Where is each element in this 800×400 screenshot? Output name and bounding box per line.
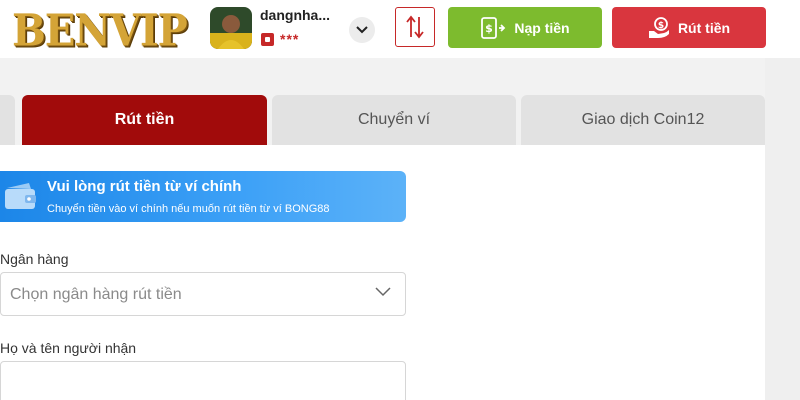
right-gutter: [765, 58, 800, 400]
notice-subtitle: Chuyển tiền vào ví chính nếu muốn rút ti…: [47, 203, 330, 215]
svg-text:$: $: [658, 21, 664, 31]
tab-withdraw[interactable]: Rút tiền: [22, 95, 267, 145]
deposit-icon: $: [481, 16, 506, 39]
brand-logo[interactable]: BENVIP: [12, 4, 188, 56]
user-avatar[interactable]: [210, 7, 252, 49]
transfer-arrows-icon: [406, 15, 424, 39]
tab-label: Chuyển ví: [357, 111, 431, 128]
tab-label: Rút tiền: [114, 111, 175, 128]
wallet-balance: ***: [261, 31, 299, 47]
main-wallet-notice: Vui lòng rút tiền từ ví chính Chuyển tiề…: [0, 171, 406, 222]
bank-select[interactable]: Chọn ngân hàng rút tiền: [0, 272, 406, 316]
recipient-name-input[interactable]: [0, 361, 406, 400]
bank-label: Ngân hàng: [0, 251, 69, 267]
deposit-button[interactable]: $ Nạp tiền: [448, 7, 602, 48]
balance-masked: ***: [280, 31, 300, 47]
recipient-name-label: Họ và tên người nhận: [0, 340, 137, 356]
svg-text:$: $: [486, 22, 494, 35]
withdraw-panel: Vui lòng rút tiền từ ví chính Chuyển tiề…: [0, 145, 765, 400]
chevron-down-icon: [356, 26, 368, 34]
chevron-down-icon: [375, 287, 391, 297]
account-dropdown-button[interactable]: [349, 17, 375, 43]
deposit-label: Nạp tiền: [514, 19, 570, 36]
tab-transfer-wallet[interactable]: Chuyển ví: [272, 95, 516, 145]
wallet-icon: [261, 32, 274, 46]
withdraw-button[interactable]: $ Rút tiền: [612, 7, 766, 48]
withdraw-label: Rút tiền: [677, 19, 731, 36]
username: dangnha...: [260, 7, 330, 23]
withdraw-coin-icon: $: [648, 16, 669, 38]
bank-select-placeholder: Chọn ngân hàng rút tiền: [10, 286, 182, 303]
notice-title: Vui lòng rút tiền từ ví chính: [47, 178, 242, 195]
logo-text: BENVIP: [12, 4, 188, 56]
tab-previous[interactable]: [0, 95, 15, 145]
top-header: BENVIP dangnha... *** $ Nạp tiền $ Rút t…: [0, 0, 800, 58]
tab-coin12-transactions[interactable]: Giao dịch Coin12: [521, 95, 765, 145]
transfer-button[interactable]: [395, 7, 435, 47]
tab-label: Giao dịch Coin12: [581, 111, 705, 128]
wallet-banner-icon: [5, 183, 36, 209]
